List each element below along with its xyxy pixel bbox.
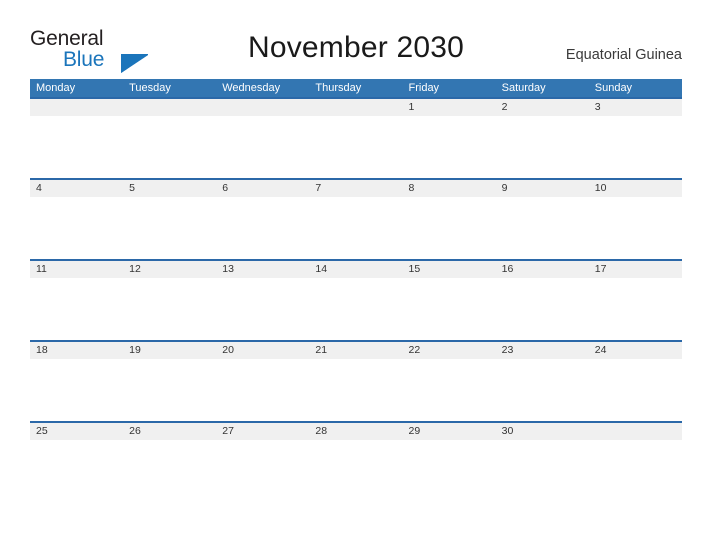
calendar-page: General Blue November 2030 Equatorial Gu… [0, 0, 712, 550]
day-cell[interactable] [123, 99, 216, 116]
week-day-number-band: 11 12 13 14 15 16 17 [30, 259, 682, 278]
day-cell[interactable]: 12 [123, 261, 216, 278]
day-cell[interactable] [589, 423, 682, 440]
country-label: Equatorial Guinea [565, 47, 682, 63]
calendar-week-row: 25 26 27 28 29 30 [30, 421, 682, 502]
weekday-wednesday: Wednesday [222, 82, 281, 94]
weekday-sunday: Sunday [594, 82, 633, 94]
calendar-week-row: 4 5 6 7 8 9 10 [30, 178, 682, 259]
week-note-area[interactable] [30, 197, 682, 259]
day-cell[interactable]: 15 [403, 261, 496, 278]
calendar-week-row: 1 2 3 [30, 97, 682, 178]
weekday-header-row: Monday Tuesday Wednesday Thursday Friday… [30, 79, 682, 97]
day-cell[interactable]: 14 [309, 261, 402, 278]
weekday-friday: Friday [408, 82, 440, 94]
weekday-monday: Monday [36, 82, 76, 94]
day-cell[interactable]: 19 [123, 342, 216, 359]
weekday-thursday: Thursday [315, 82, 362, 94]
day-cell[interactable]: 6 [216, 180, 309, 197]
day-cell[interactable]: 5 [123, 180, 216, 197]
day-cell[interactable]: 7 [309, 180, 402, 197]
day-cell[interactable]: 30 [496, 423, 589, 440]
week-note-area[interactable] [30, 440, 682, 502]
day-cell[interactable] [216, 99, 309, 116]
calendar-week-row: 18 19 20 21 22 23 24 [30, 340, 682, 421]
day-cell[interactable]: 18 [30, 342, 123, 359]
day-cell[interactable]: 8 [403, 180, 496, 197]
day-cell[interactable] [309, 99, 402, 116]
day-cell[interactable]: 29 [403, 423, 496, 440]
day-cell[interactable]: 2 [496, 99, 589, 116]
day-cell[interactable]: 10 [589, 180, 682, 197]
day-cell[interactable]: 16 [496, 261, 589, 278]
day-cell[interactable]: 3 [589, 99, 682, 116]
day-cell[interactable]: 25 [30, 423, 123, 440]
week-note-area[interactable] [30, 278, 682, 340]
week-day-number-band: 18 19 20 21 22 23 24 [30, 340, 682, 359]
day-cell[interactable]: 20 [216, 342, 309, 359]
calendar-week-row: 11 12 13 14 15 16 17 [30, 259, 682, 340]
week-day-number-band: 1 2 3 [30, 97, 682, 116]
day-cell[interactable]: 27 [216, 423, 309, 440]
week-day-number-band: 4 5 6 7 8 9 10 [30, 178, 682, 197]
day-cell[interactable]: 28 [309, 423, 402, 440]
day-cell[interactable]: 26 [123, 423, 216, 440]
calendar-grid: Monday Tuesday Wednesday Thursday Friday… [30, 79, 682, 502]
day-cell[interactable]: 1 [403, 99, 496, 116]
day-cell[interactable]: 4 [30, 180, 123, 197]
day-cell[interactable]: 9 [496, 180, 589, 197]
week-day-number-band: 25 26 27 28 29 30 [30, 421, 682, 440]
day-cell[interactable]: 23 [496, 342, 589, 359]
day-cell[interactable]: 21 [309, 342, 402, 359]
weekday-tuesday: Tuesday [129, 82, 171, 94]
day-cell[interactable]: 13 [216, 261, 309, 278]
day-cell[interactable] [30, 99, 123, 116]
day-cell[interactable]: 22 [403, 342, 496, 359]
weekday-saturday: Saturday [501, 82, 546, 94]
day-cell[interactable]: 17 [589, 261, 682, 278]
page-header: General Blue November 2030 Equatorial Gu… [0, 0, 712, 79]
week-note-area[interactable] [30, 116, 682, 178]
day-cell[interactable]: 24 [589, 342, 682, 359]
day-cell[interactable]: 11 [30, 261, 123, 278]
week-note-area[interactable] [30, 359, 682, 421]
